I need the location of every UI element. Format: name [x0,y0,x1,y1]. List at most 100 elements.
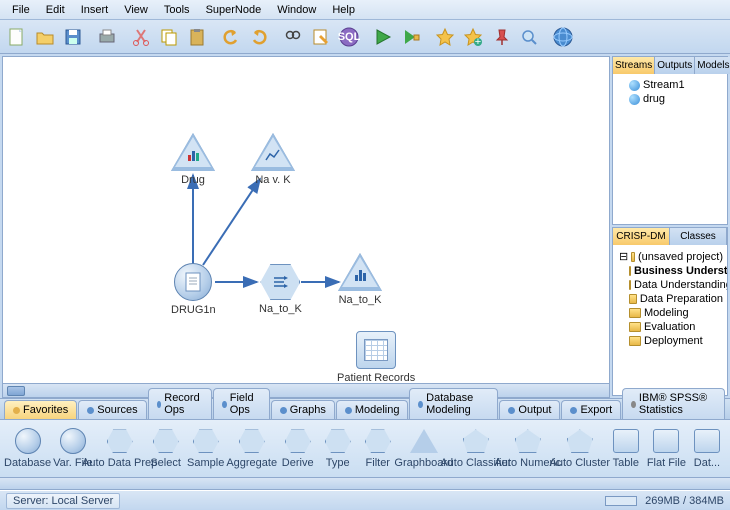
find-icon[interactable] [280,24,306,50]
menu-help[interactable]: Help [324,2,363,18]
menu-bar: File Edit Insert View Tools SuperNode Wi… [0,0,730,20]
palette-tab[interactable]: Export [561,400,621,419]
menu-supernode[interactable]: SuperNode [198,2,270,18]
palette-tab[interactable]: Database Modeling [409,388,498,419]
palette-node-icon [514,427,542,455]
run-selection-icon[interactable] [398,24,424,50]
globe-icon[interactable] [550,24,576,50]
tab-dot-icon [13,407,20,414]
menu-edit[interactable]: Edit [38,2,73,18]
palette-tab[interactable]: IBM® SPSS® Statistics [622,388,725,419]
tree-item[interactable]: Deployment [617,334,723,348]
node-label: Na_to_K [339,294,382,306]
run-icon[interactable] [370,24,396,50]
tree-item[interactable]: Business Understanding [617,264,723,278]
palette-node[interactable]: Aggregate [227,427,277,469]
palette-tab[interactable]: Field Ops [213,388,270,419]
open-icon[interactable] [32,24,58,50]
menu-window[interactable]: Window [269,2,324,18]
edit-node-icon[interactable] [308,24,334,50]
palette-node[interactable]: Derive [279,427,317,469]
node-drug1n-source[interactable]: DRUG1n [171,263,216,316]
palette-node[interactable]: Filter [359,427,397,469]
progress-indicator [605,496,637,506]
tab-label: Output [518,404,551,416]
palette-node-label: Database [4,457,51,469]
palette-tab[interactable]: Modeling [336,400,409,419]
palette-node-icon [462,427,490,455]
favorite-icon[interactable] [432,24,458,50]
palette-node[interactable]: Auto Classifier [451,427,501,469]
tab-label: Field Ops [230,392,261,416]
palette-node-icon [14,427,42,455]
palette-node-label: Derive [282,457,314,469]
palette-node[interactable]: Flat File [647,427,686,469]
add-favorite-icon[interactable]: + [460,24,486,50]
node-label: Drug [181,174,205,186]
tree-item[interactable]: Data Preparation [617,292,723,306]
stream-item[interactable]: drug [617,92,723,106]
stream-canvas[interactable]: Drug Na v. K DRUG1n Na_to_K Na_to_K Pati [2,56,610,384]
manager-tabs: Streams Outputs Models [613,57,727,74]
zoom-icon[interactable] [516,24,542,50]
tab-label: Record Ops [164,392,203,416]
palette-node[interactable]: Dat... [688,427,726,469]
palette-node-label: Flat File [647,457,686,469]
new-stream-icon[interactable] [4,24,30,50]
palette-tab[interactable]: Record Ops [148,388,213,419]
palette-node[interactable]: Type [319,427,357,469]
node-natok-derive[interactable]: Na_to_K [259,264,302,315]
folder-icon [629,280,631,290]
tab-outputs[interactable]: Outputs [655,57,695,74]
node-label: DRUG1n [171,304,216,316]
menu-tools[interactable]: Tools [156,2,198,18]
tree-item[interactable]: Data Understanding [617,278,723,292]
svg-text:SQL: SQL [338,31,360,43]
tab-streams[interactable]: Streams [613,57,655,74]
save-icon[interactable] [60,24,86,50]
palette-tab[interactable]: Output [499,400,560,419]
node-patient-table[interactable]: Patient Records [337,331,415,384]
copy-icon[interactable] [156,24,182,50]
sql-icon[interactable]: SQL [336,24,362,50]
stream-icon [629,80,640,91]
menu-view[interactable]: View [116,2,156,18]
paste-icon[interactable] [184,24,210,50]
palette-node[interactable]: Auto Cluster [555,427,605,469]
palette-tab[interactable]: Graphs [271,400,335,419]
tree-root[interactable]: ⊟ (unsaved project) [617,249,723,264]
streams-list: Stream1 drug [613,74,727,224]
palette-node[interactable]: Database [4,427,51,469]
palette-node-label: Dat... [694,457,720,469]
print-icon[interactable] [94,24,120,50]
palette-h-scrollbar[interactable] [0,478,730,490]
palette-tab[interactable]: Favorites [4,400,77,419]
cut-icon[interactable] [128,24,154,50]
palette-node[interactable]: Select [147,427,185,469]
menu-file[interactable]: File [4,2,38,18]
svg-text:+: + [475,36,481,47]
node-drug-graph[interactable]: Drug [171,133,215,186]
palette-node[interactable]: Table [607,427,645,469]
menu-insert[interactable]: Insert [73,2,117,18]
pin-icon[interactable] [488,24,514,50]
canvas-h-scrollbar[interactable] [2,384,610,398]
tab-crispdm[interactable]: CRISP-DM [613,228,670,245]
tab-classes[interactable]: Classes [670,228,727,245]
palette-node-label: Table [613,457,639,469]
palette-node[interactable]: Auto Numeric [503,427,553,469]
palette-tab[interactable]: Sources [78,400,146,419]
undo-icon[interactable] [218,24,244,50]
node-natok-graph[interactable]: Na_to_K [338,253,382,306]
palette-node-icon [364,427,392,455]
tab-models[interactable]: Models [695,57,730,74]
server-status[interactable]: Server: Local Server [6,493,120,509]
palette-node[interactable]: Sample [187,427,225,469]
stream-item[interactable]: Stream1 [617,78,723,92]
redo-icon[interactable] [246,24,272,50]
palette-node[interactable]: Auto Data Prep [95,427,145,469]
tree-item[interactable]: Modeling [617,306,723,320]
status-bar: Server: Local Server 269MB / 384MB [0,490,730,510]
node-navk-graph[interactable]: Na v. K [251,133,295,186]
tree-item[interactable]: Evaluation [617,320,723,334]
